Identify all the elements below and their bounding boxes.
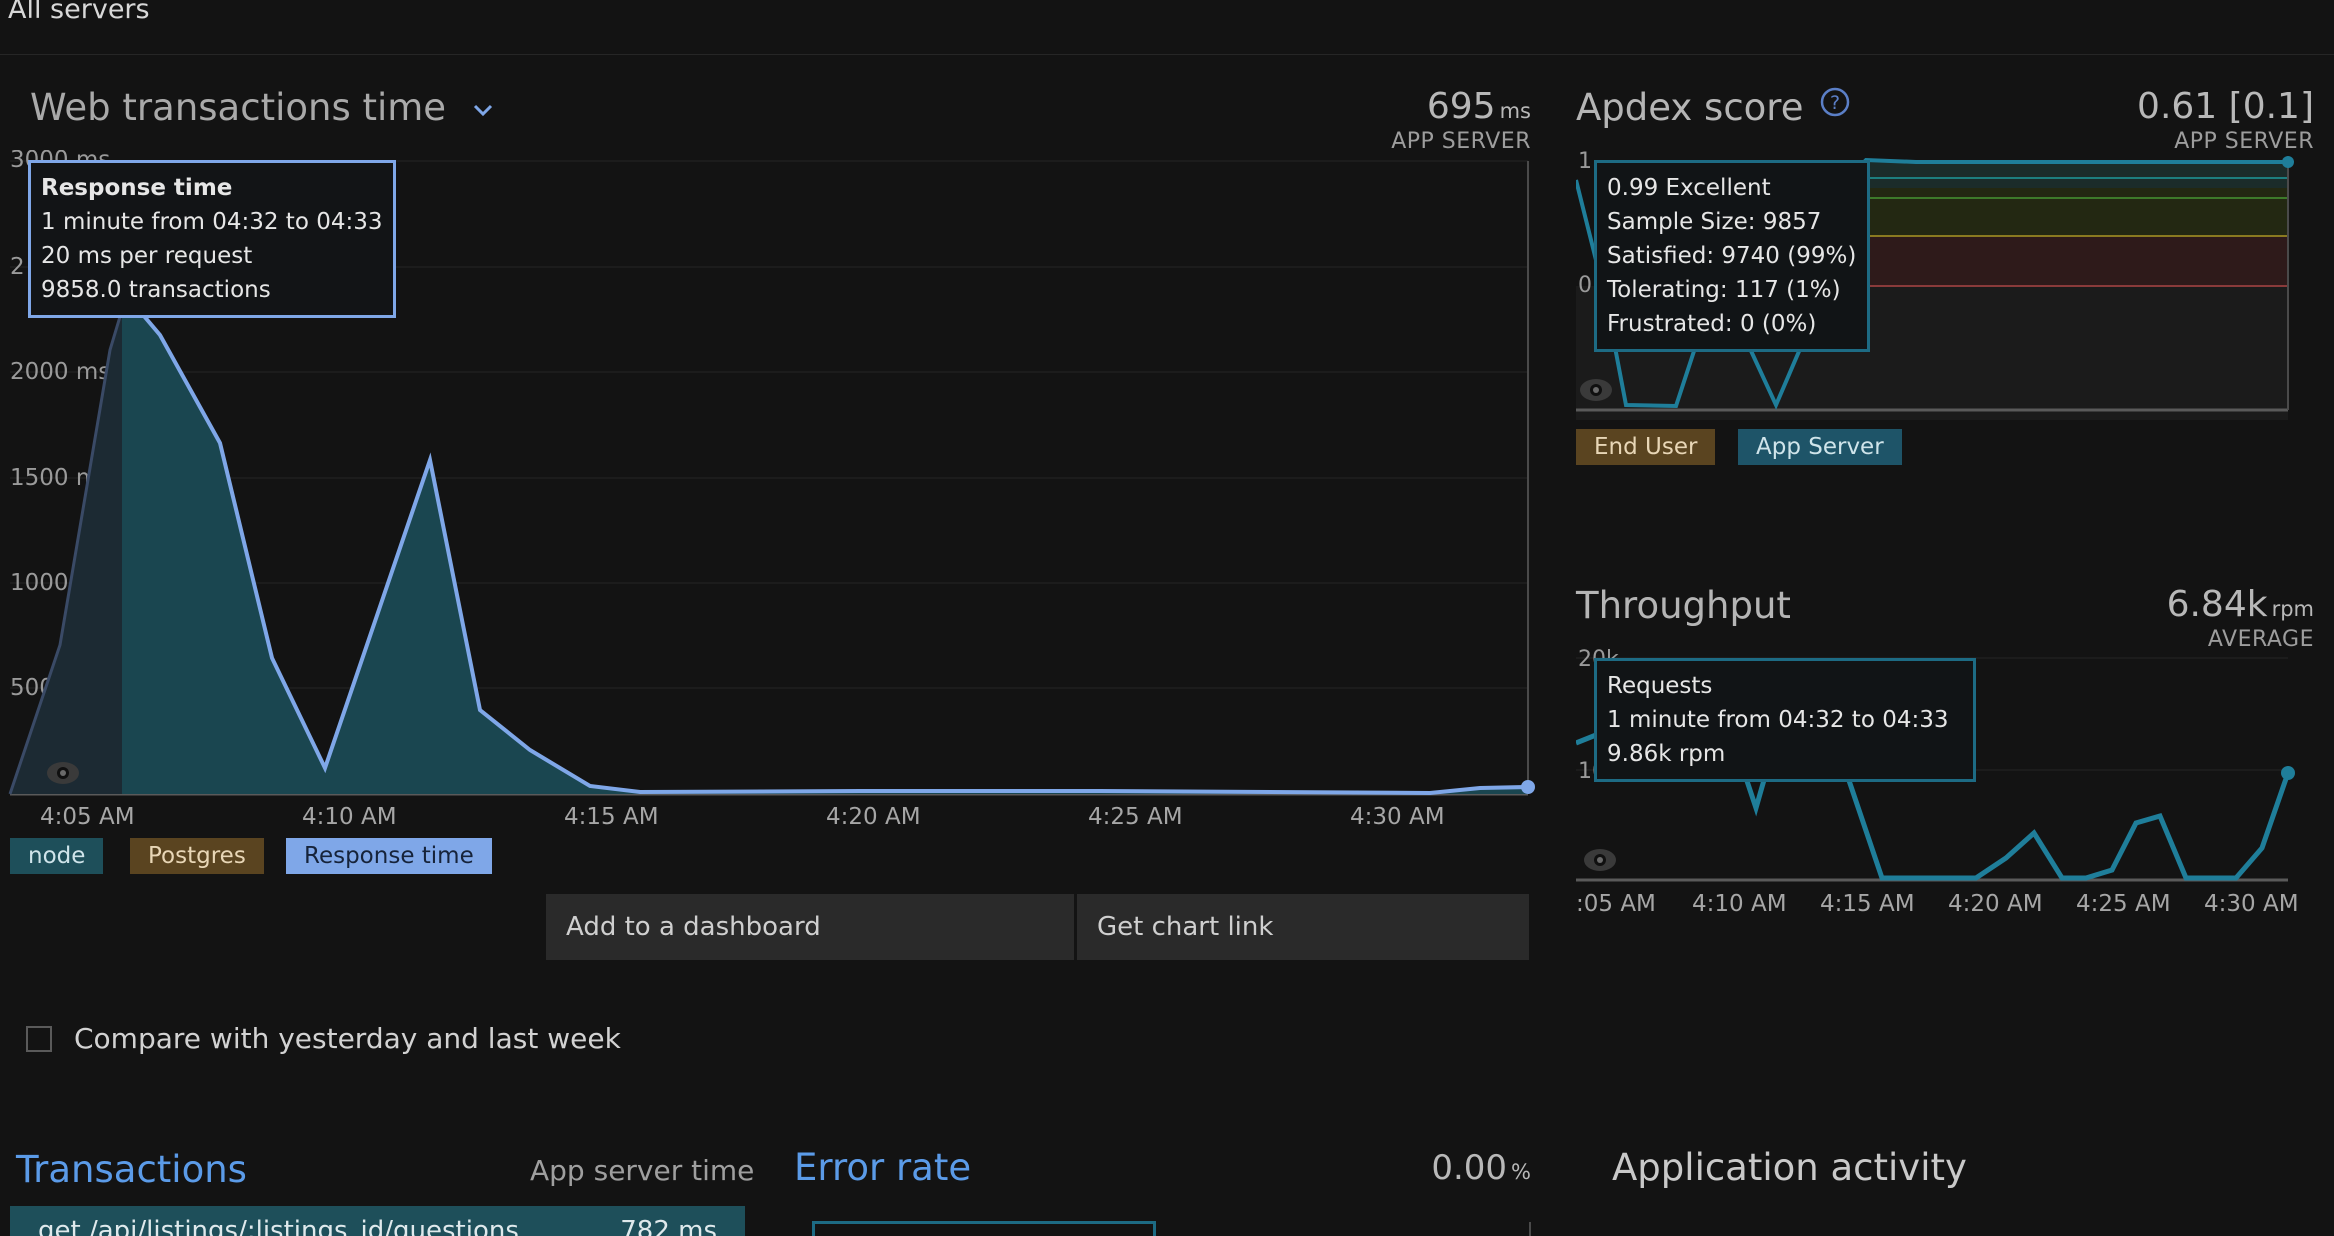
web-tx-hover-point <box>1521 780 1535 794</box>
apdex-hover-point <box>2282 156 2294 168</box>
tooltip-line: 1 minute from 04:32 to 04:33 <box>41 209 383 235</box>
tooltip-line: 1 minute from 04:32 to 04:33 <box>1607 707 1949 733</box>
x-tick-label: 4:10 AM <box>1692 891 1787 917</box>
legend-end-user[interactable]: End User <box>1576 429 1716 465</box>
eye-icon[interactable] <box>1580 379 1612 401</box>
response-time-tooltip: Response time 1 minute from 04:32 to 04:… <box>28 160 396 318</box>
apdex-band-good <box>1866 188 2288 236</box>
tooltip-title: Response time <box>41 175 233 201</box>
error-rate-number: 0.00 <box>1431 1148 1508 1188</box>
transactions-title[interactable]: Transactions <box>16 1148 247 1191</box>
chevron-down-icon[interactable] <box>472 103 494 117</box>
x-tick-label: 4:25 AM <box>2076 891 2171 917</box>
apdex-title-label: Apdex score <box>1576 86 1804 129</box>
x-tick-label: 4:20 AM <box>1948 891 2043 917</box>
web-tx-response-line <box>120 288 1529 796</box>
web-tx-response-area <box>122 290 1528 794</box>
tooltip-line: 0.99 Excellent <box>1607 175 1771 201</box>
throughput-value: 6.84k rpm <box>2167 584 2314 625</box>
tooltip-line: 9858.0 transactions <box>41 277 271 303</box>
throughput-unit: rpm <box>2271 597 2314 621</box>
transaction-time: 782 ms <box>620 1216 717 1236</box>
apdex-band-excellent <box>1866 162 2288 188</box>
throughput-tooltip: Requests 1 minute from 04:32 to 04:33 9.… <box>1594 658 1976 782</box>
apdex-band-fair <box>1866 236 2288 286</box>
eye-icon[interactable] <box>47 762 79 784</box>
error-rate-title[interactable]: Error rate <box>794 1146 971 1189</box>
legend-response-time[interactable]: Response time <box>286 838 492 874</box>
transactions-row[interactable]: get /api/listings/:listings_id/questions… <box>10 1206 745 1236</box>
error-rate-unit: % <box>1511 1160 1531 1184</box>
error-rate-value: 0.00% <box>1431 1148 1531 1188</box>
help-icon[interactable]: ? <box>1819 86 1851 118</box>
y-tick-label: 0 <box>1578 273 1592 298</box>
tooltip-line: Requests <box>1607 673 1713 699</box>
tooltip-line: 20 ms per request <box>41 243 253 269</box>
web-transactions-value-number: 695 <box>1426 86 1496 127</box>
web-transactions-unit: ms <box>1499 99 1531 123</box>
legend-node[interactable]: node <box>10 838 104 874</box>
top-bar <box>0 0 2334 55</box>
compare-label[interactable]: Compare with yesterday and last week <box>74 1022 621 1055</box>
application-activity-title: Application activity <box>1612 1146 1967 1189</box>
apdex-tooltip: 0.99 Excellent Sample Size: 9857 Satisfi… <box>1594 160 1870 352</box>
y-tick-label: 1 <box>1578 150 1592 174</box>
legend-postgres[interactable]: Postgres <box>130 838 264 874</box>
compare-checkbox[interactable] <box>26 1026 52 1052</box>
web-transactions-title[interactable]: Web transactions time <box>30 86 494 129</box>
tooltip-line: Tolerating: 117 (1%) <box>1607 277 1841 303</box>
transactions-column-header[interactable]: App server time <box>530 1154 754 1187</box>
throughput-value-number: 6.84k <box>2166 584 2268 625</box>
y-tick-label: 2000 ms <box>10 359 110 385</box>
transaction-name: get /api/listings/:listings_id/questions <box>38 1216 519 1236</box>
add-to-dashboard-button[interactable]: Add to a dashboard <box>546 894 1074 960</box>
tooltip-line: Frustrated: 0 (0%) <box>1607 311 1817 337</box>
y-tick-label: 2 <box>10 254 25 280</box>
apdex-value: 0.61 [0.1] <box>2137 86 2314 127</box>
web-transactions-value: 695 ms <box>1427 86 1531 127</box>
x-tick-label: 4:30 AM <box>2204 891 2299 917</box>
apdex-title: Apdex score ? <box>1576 86 1851 129</box>
throughput-hover-point <box>2281 766 2295 780</box>
legend-app-server[interactable]: App Server <box>1738 429 1902 465</box>
x-tick-label: 4:30 AM <box>1350 804 1445 830</box>
web-transactions-title-label: Web transactions time <box>30 86 447 129</box>
tooltip-line: 9.86k rpm <box>1607 741 1726 767</box>
eye-icon[interactable] <box>1584 849 1616 871</box>
x-tick-label: 4:20 AM <box>826 804 921 830</box>
x-tick-label: 4:10 AM <box>302 804 397 830</box>
x-tick-label: 4:25 AM <box>1088 804 1183 830</box>
tooltip-line: Sample Size: 9857 <box>1607 209 1822 235</box>
breadcrumb-all-servers[interactable]: All servers <box>8 0 150 25</box>
tooltip-line: Satisfied: 9740 (99%) <box>1607 243 1857 269</box>
get-chart-link-button[interactable]: Get chart link <box>1077 894 1529 960</box>
throughput-title: Throughput <box>1576 584 1791 627</box>
error-rate-axis <box>1529 1222 1531 1236</box>
x-tick-label: 4:05 AM <box>40 804 135 830</box>
x-tick-label: 4:15 AM <box>564 804 659 830</box>
x-tick-label: 4:15 AM <box>1820 891 1915 917</box>
svg-text:?: ? <box>1830 92 1840 114</box>
x-tick-label: :05 AM <box>1576 891 1656 917</box>
error-rate-tooltip-edge <box>812 1221 1156 1236</box>
